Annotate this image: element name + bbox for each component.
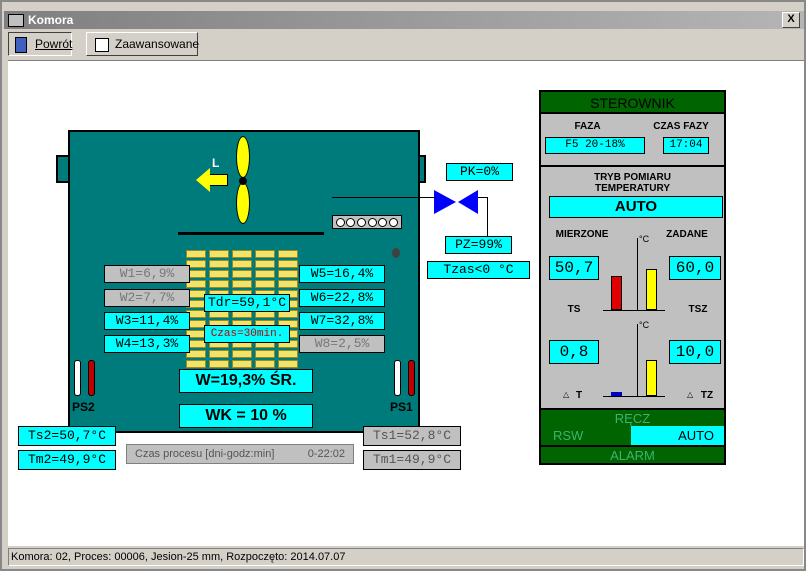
controller-title: STEROWNIK — [541, 92, 724, 114]
back-icon — [15, 37, 27, 53]
delta-icon-dt: △ — [563, 390, 570, 399]
process-time-value: 0-22:02 — [307, 448, 345, 460]
tryb-label-2: TEMPERATURY — [595, 183, 670, 194]
tm1-readout: Tm1=49,9°C — [363, 450, 461, 470]
moisture-w7: W7=32,8% — [299, 312, 385, 330]
dt-baseline — [603, 396, 665, 397]
moisture-w6: W6=22,8% — [299, 289, 385, 307]
dt-value: 0,8 — [549, 340, 599, 364]
humidifier-icon — [392, 248, 400, 258]
pz-readout: PZ=99% — [445, 236, 512, 254]
ts1-readout: Ts1=52,8°C — [363, 426, 461, 446]
window-title: Komora — [28, 13, 74, 27]
moisture-w4: W4=13,3% — [104, 335, 190, 353]
back-button-label: Powrót — [35, 37, 73, 51]
heater-icon — [332, 215, 402, 229]
deg-c-unit-1: °C — [639, 234, 650, 244]
duct-line-right — [478, 197, 488, 237]
thermometer-ps2-wet-icon — [88, 360, 95, 396]
faza-label: FAZA — [574, 121, 601, 132]
moisture-w8: W8=2,5% — [299, 335, 385, 353]
final-moisture: WK = 10 % — [179, 404, 313, 428]
dtz-bar — [646, 360, 657, 396]
moisture-w2: W2=7,7% — [104, 289, 190, 307]
main-window: Komora X Powrót Zaawansowane L PS2 PS1 P… — [0, 0, 806, 571]
deg-c-unit-2: °C — [639, 320, 650, 330]
close-button[interactable]: X — [782, 12, 800, 28]
tsz-value[interactable]: 60,0 — [669, 256, 721, 280]
tdr-readout: Tdr=59,1°C — [204, 294, 290, 312]
czas-fazy-value: 17:04 — [663, 137, 709, 154]
app-icon — [8, 14, 24, 27]
process-time-box: Czas procesu [dni-godz:min] 0-22:02 — [126, 444, 354, 464]
ts-label: TS — [567, 304, 581, 315]
process-time-label: Czas procesu [dni-godz:min] — [135, 448, 275, 460]
moisture-w3: W3=11,4% — [104, 312, 190, 330]
back-button[interactable]: Powrót — [8, 32, 72, 56]
ts-axis — [637, 238, 638, 310]
fan-direction-label: L — [212, 156, 220, 170]
dt-label: T — [575, 390, 583, 401]
dtz-value[interactable]: 10,0 — [669, 340, 721, 364]
thermometer-ps2-dry-icon — [74, 360, 81, 396]
advanced-button[interactable]: Zaawansowane — [86, 32, 200, 56]
average-moisture: W=19,3% ŚR. — [179, 369, 313, 393]
dt-bar — [611, 392, 622, 396]
ps1-label: PS1 — [390, 400, 413, 414]
fan-direction-arrow-icon — [196, 168, 228, 192]
czas-fazy-label: CZAS FAZY — [653, 121, 709, 132]
tzas-readout: Tzas<0 °C — [427, 261, 530, 279]
recz-button[interactable]: RĘCZ — [541, 408, 724, 426]
settings-icon — [95, 38, 109, 52]
damper-valve-icon — [434, 188, 480, 220]
fan-icon — [236, 136, 250, 226]
ts-baseline — [603, 310, 665, 311]
zadane-label: ZADANE — [666, 229, 708, 240]
alarm-button[interactable]: ALARM — [541, 445, 724, 463]
czas-readout: Czas=30min. — [204, 325, 290, 343]
rsw-button[interactable]: RSW — [541, 426, 631, 445]
mierzone-label: MIERZONE — [555, 229, 609, 240]
duct-line — [332, 197, 436, 198]
tryb-label-1: TRYB POMIARU — [594, 172, 671, 183]
thermometer-ps1-dry-icon — [394, 360, 401, 396]
moisture-w1: W1=6,9% — [104, 265, 190, 283]
pk-readout: PK=0% — [446, 163, 513, 181]
controller-panel: STEROWNIK FAZA CZAS FAZY F5 20-18% 17:04… — [539, 90, 726, 465]
tsz-bar — [646, 269, 657, 310]
advanced-button-label: Zaawansowane — [115, 37, 200, 51]
tsz-label: TSZ — [688, 304, 708, 315]
tryb-mode-button[interactable]: AUTO — [549, 196, 723, 218]
dtz-label: TZ — [700, 390, 714, 401]
tm2-readout: Tm2=49,9°C — [18, 450, 116, 470]
separator-1 — [541, 165, 724, 167]
faza-value: F5 20-18% — [545, 137, 645, 154]
auto-button[interactable]: AUTO — [631, 426, 724, 445]
thermometer-ps1-wet-icon — [408, 360, 415, 396]
title-bar: Komora X — [4, 11, 804, 29]
fan-baffle — [178, 232, 324, 235]
ts-value: 50,7 — [549, 256, 599, 280]
delta-icon-dtz: △ — [687, 390, 694, 399]
moisture-w5: W5=16,4% — [299, 265, 385, 283]
dt-axis — [637, 324, 638, 396]
ts-bar — [611, 276, 622, 310]
ps2-label: PS2 — [72, 400, 95, 414]
status-bar: Komora: 02, Proces: 00006, Jesion-25 mm,… — [8, 548, 804, 566]
ts2-readout: Ts2=50,7°C — [18, 426, 116, 446]
